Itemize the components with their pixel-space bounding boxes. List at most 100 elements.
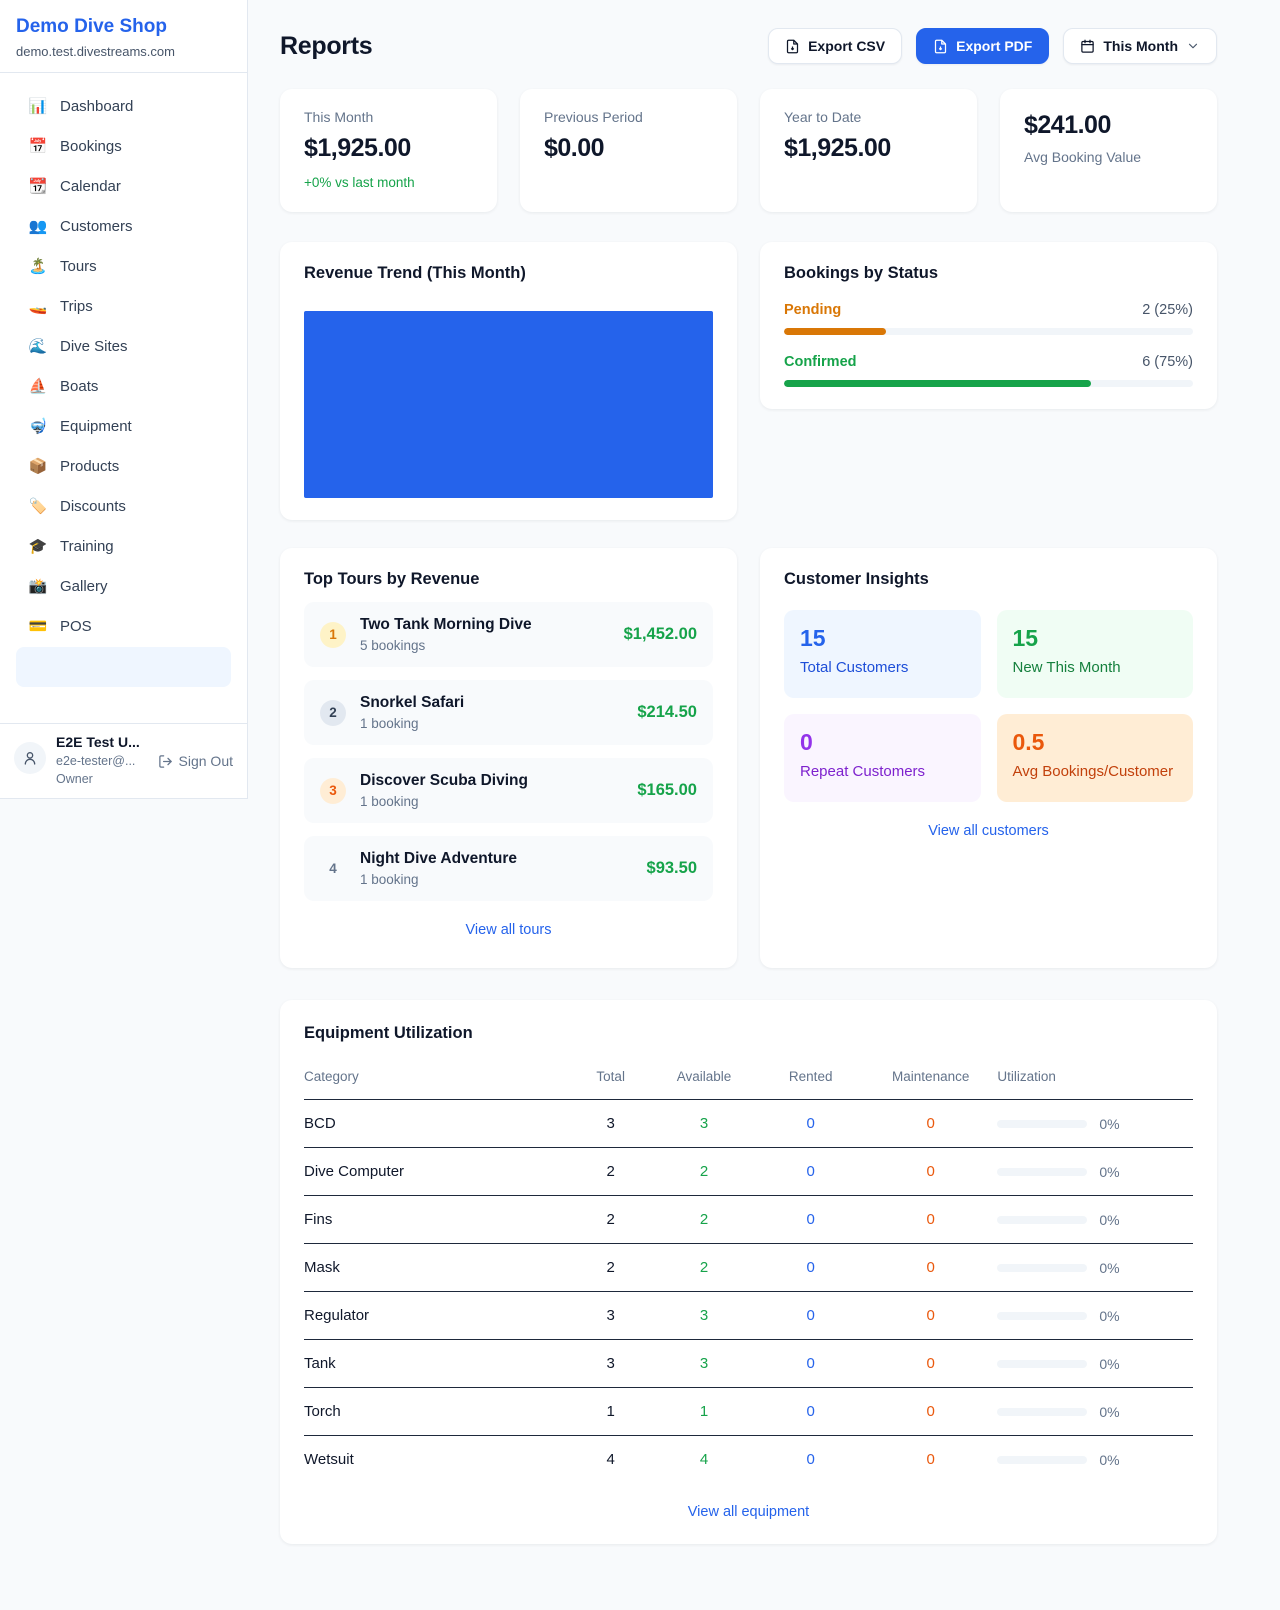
view-all-equipment-link[interactable]: View all equipment: [304, 1504, 1193, 1520]
table-row: Fins22000%: [304, 1196, 1193, 1244]
equipment-table: Category Total Available Rented Maintena…: [304, 1059, 1193, 1483]
bookings-icon: 📅: [28, 137, 48, 155]
tile-label: Total Customers: [800, 659, 965, 676]
tile-value: 15: [800, 625, 965, 652]
tile-value: 15: [1013, 625, 1178, 652]
cell-rented: 0: [757, 1292, 864, 1340]
boats-icon: ⛵: [28, 377, 48, 395]
sign-out-icon: [158, 754, 173, 769]
tour-revenue: $93.50: [647, 859, 697, 878]
cell-category: Torch: [304, 1388, 571, 1436]
stat-value: $241.00: [1024, 111, 1193, 140]
bookings-by-status-card: Bookings by Status Pending 2 (25%) Confi…: [760, 242, 1217, 409]
stat-delta: +0% vs last month: [304, 175, 473, 190]
utilization-percent: 0%: [1099, 1404, 1119, 1420]
view-all-customers-link[interactable]: View all customers: [784, 823, 1193, 839]
table-row: BCD33000%: [304, 1100, 1193, 1148]
sign-out-button[interactable]: Sign Out: [158, 753, 233, 769]
equipment-icon: 🤿: [28, 417, 48, 435]
table-row: Regulator33000%: [304, 1292, 1193, 1340]
cell-utilization: 0%: [997, 1244, 1193, 1292]
sidebar-item-tours[interactable]: 🏝️ Tours: [16, 247, 231, 285]
sidebar-item-label: Boats: [60, 378, 98, 395]
tour-list-item[interactable]: 2 Snorkel Safari 1 booking $214.50: [304, 680, 713, 745]
sidebar-item-pos[interactable]: 💳 POS: [16, 607, 231, 645]
brand: Demo Dive Shop demo.test.divestreams.com: [0, 0, 247, 73]
cell-category: Regulator: [304, 1292, 571, 1340]
stat-value: $1,925.00: [784, 134, 953, 163]
cell-total: 2: [571, 1148, 651, 1196]
sidebar-item-calendar[interactable]: 📆 Calendar: [16, 167, 231, 205]
sidebar-item-training[interactable]: 🎓 Training: [16, 527, 231, 565]
tour-name: Snorkel Safari: [360, 694, 464, 712]
stat-label: Avg Booking Value: [1024, 149, 1193, 165]
tour-list-item[interactable]: 4 Night Dive Adventure 1 booking $93.50: [304, 836, 713, 901]
view-all-tours-link[interactable]: View all tours: [304, 922, 713, 938]
sidebar-item-reports-active[interactable]: [16, 647, 231, 687]
sidebar-item-boats[interactable]: ⛵ Boats: [16, 367, 231, 405]
tour-revenue: $165.00: [637, 781, 697, 800]
tour-revenue: $214.50: [637, 703, 697, 722]
utilization-bar: [997, 1216, 1087, 1224]
person-icon: [22, 750, 38, 766]
stat-card-avg-booking-value: $241.00 Avg Booking Value: [1000, 89, 1217, 212]
stat-card-previous-period: Previous Period $0.00: [520, 89, 737, 212]
tile-label: Repeat Customers: [800, 763, 965, 780]
insight-tile-repeat-customers: 0 Repeat Customers: [784, 714, 981, 802]
tour-list-item[interactable]: 1 Two Tank Morning Dive 5 bookings $1,45…: [304, 602, 713, 667]
top-tours-title: Top Tours by Revenue: [304, 570, 713, 589]
tour-list-item[interactable]: 3 Discover Scuba Diving 1 booking $165.0…: [304, 758, 713, 823]
export-pdf-button[interactable]: Export PDF: [916, 28, 1049, 64]
cell-category: BCD: [304, 1100, 571, 1148]
status-value: 2 (25%): [1142, 302, 1193, 318]
utilization-bar: [997, 1264, 1087, 1272]
cell-utilization: 0%: [997, 1436, 1193, 1484]
tour-name: Two Tank Morning Dive: [360, 616, 532, 634]
discounts-icon: 🏷️: [28, 497, 48, 515]
user-footer: E2E Test U... e2e-tester@... Sign Out Ow…: [0, 723, 247, 798]
sidebar-item-label: Products: [60, 458, 119, 475]
rank-badge: 3: [320, 778, 346, 804]
tour-name: Discover Scuba Diving: [360, 772, 528, 790]
user-name: E2E Test U...: [56, 734, 233, 750]
rank-badge: 2: [320, 700, 346, 726]
user-role: Owner: [56, 772, 233, 786]
sidebar-item-products[interactable]: 📦 Products: [16, 447, 231, 485]
equipment-utilization-card: Equipment Utilization Category Total Ava…: [280, 1000, 1217, 1544]
avatar: [14, 742, 46, 774]
customer-insights-title: Customer Insights: [784, 570, 1193, 589]
sidebar-item-discounts[interactable]: 🏷️ Discounts: [16, 487, 231, 525]
revenue-trend-card: Revenue Trend (This Month): [280, 242, 737, 520]
utilization-percent: 0%: [1099, 1356, 1119, 1372]
cell-maintenance: 0: [864, 1340, 997, 1388]
column-header-utilization: Utilization: [997, 1059, 1193, 1100]
cell-rented: 0: [757, 1340, 864, 1388]
sidebar-item-trips[interactable]: 🚤 Trips: [16, 287, 231, 325]
cell-total: 2: [571, 1196, 651, 1244]
period-dropdown[interactable]: This Month: [1063, 28, 1217, 64]
brand-domain: demo.test.divestreams.com: [16, 44, 231, 59]
sidebar-item-customers[interactable]: 👥 Customers: [16, 207, 231, 245]
equipment-utilization-title: Equipment Utilization: [304, 1024, 1193, 1043]
file-icon: [933, 39, 948, 54]
cell-maintenance: 0: [864, 1388, 997, 1436]
stat-label: Year to Date: [784, 109, 953, 125]
sidebar-item-dashboard[interactable]: 📊 Dashboard: [16, 87, 231, 125]
sidebar-item-bookings[interactable]: 📅 Bookings: [16, 127, 231, 165]
column-header-category: Category: [304, 1059, 571, 1100]
tour-bookings: 1 booking: [360, 794, 528, 809]
sidebar-item-dive-sites[interactable]: 🌊 Dive Sites: [16, 327, 231, 365]
stat-cards: This Month $1,925.00 +0% vs last month P…: [280, 89, 1217, 212]
export-csv-button[interactable]: Export CSV: [768, 28, 902, 64]
sidebar-item-label: Dashboard: [60, 98, 133, 115]
column-header-rented: Rented: [757, 1059, 864, 1100]
stat-value: $0.00: [544, 134, 713, 163]
chevron-down-icon: [1186, 39, 1200, 53]
sidebar-item-equipment[interactable]: 🤿 Equipment: [16, 407, 231, 445]
utilization-percent: 0%: [1099, 1212, 1119, 1228]
training-icon: 🎓: [28, 537, 48, 555]
trips-icon: 🚤: [28, 297, 48, 315]
rank-badge: 4: [320, 856, 346, 882]
sidebar-item-gallery[interactable]: 📸 Gallery: [16, 567, 231, 605]
cell-available: 3: [651, 1340, 758, 1388]
